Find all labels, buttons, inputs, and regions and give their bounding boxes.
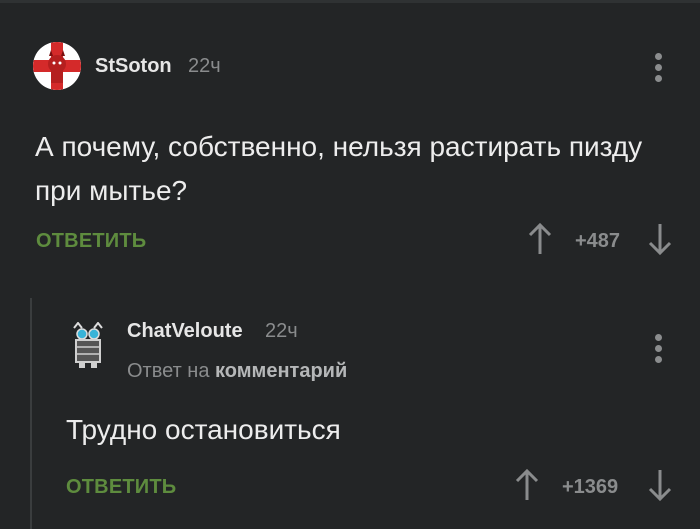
thread-line[interactable] [30, 298, 32, 529]
downvote-button[interactable] [647, 222, 673, 262]
robot-cat-avatar-icon [68, 321, 108, 370]
arrow-down-icon [648, 224, 672, 256]
avatar[interactable] [33, 42, 81, 90]
downvote-button[interactable] [647, 468, 673, 508]
comment-time: 22ч [188, 55, 221, 77]
reply-button[interactable]: ОТВЕТИТЬ [66, 476, 176, 499]
more-options-icon[interactable] [655, 53, 663, 86]
comment-text: А почему, собственно, нельзя растирать п… [35, 131, 643, 206]
reply-to-link[interactable]: комментарий [215, 360, 347, 382]
reply-to-line: Ответ на комментарий [127, 360, 347, 383]
top-divider [0, 0, 700, 3]
comment-text: Трудно остановиться [66, 414, 341, 445]
devil-flag-avatar-icon [33, 42, 81, 90]
comment-score: +1369 [562, 476, 619, 498]
comment-score: +487 [575, 230, 621, 252]
comment-time: 22ч [265, 320, 298, 342]
comment-author[interactable]: StSoton [95, 55, 172, 78]
avatar[interactable] [68, 321, 108, 370]
upvote-button[interactable] [514, 468, 540, 508]
arrow-up-icon [515, 468, 539, 500]
arrow-up-icon [528, 222, 552, 254]
upvote-button[interactable] [527, 222, 553, 262]
reply-to-prefix: Ответ на [127, 360, 210, 382]
more-options-icon[interactable] [655, 334, 663, 367]
arrow-down-icon [648, 470, 672, 502]
reply-button[interactable]: ОТВЕТИТЬ [36, 230, 146, 253]
comment-author[interactable]: ChatVeloute [127, 320, 243, 343]
